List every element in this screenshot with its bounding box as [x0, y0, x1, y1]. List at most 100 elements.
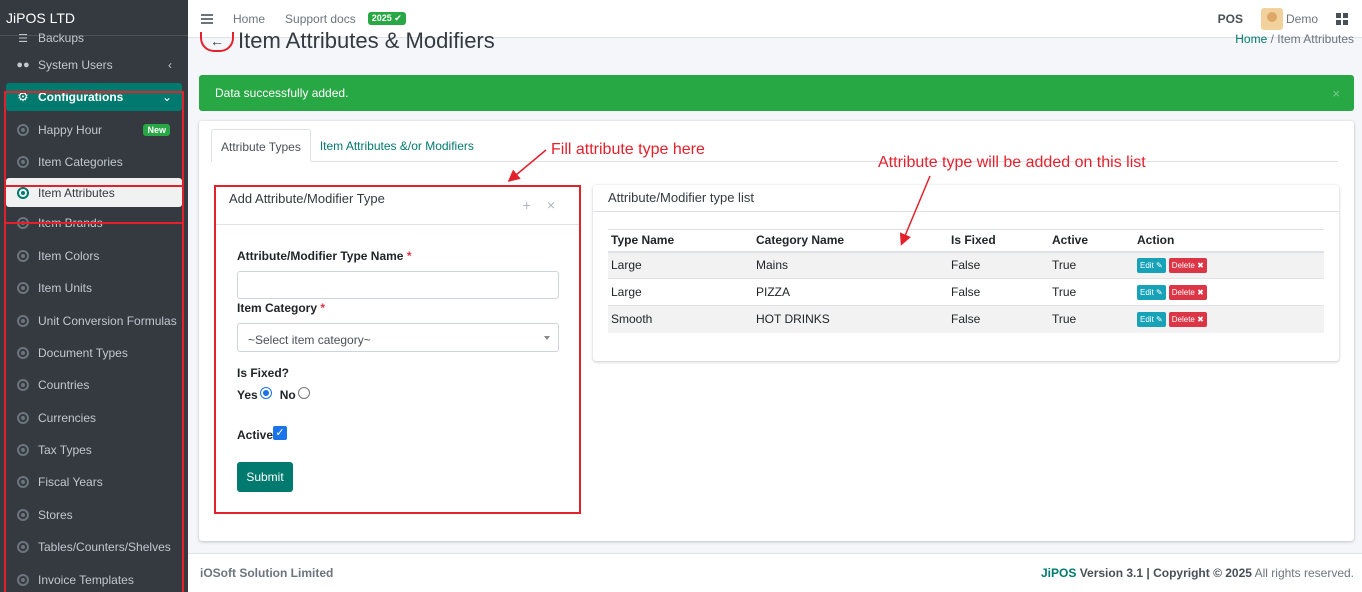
sidebar-item-label: Item Brands: [38, 216, 103, 231]
circle-icon: [17, 314, 29, 327]
circle-icon: [17, 444, 29, 457]
cell-is-fixed: False: [948, 278, 1049, 306]
submit-button[interactable]: Submit: [237, 462, 293, 492]
circle-icon: [17, 541, 29, 554]
item-category-select[interactable]: ~Select item category~: [237, 323, 559, 352]
cell-type-name: Large: [608, 278, 753, 306]
no-radio[interactable]: [297, 387, 310, 399]
footer-rights: All rights reserved.: [1254, 566, 1354, 580]
delete-label: Delete: [1171, 288, 1195, 297]
sidebar-item-happy-hour[interactable]: Happy Hour New: [0, 113, 188, 145]
sidebar-item-item-colors[interactable]: Item Colors: [0, 240, 188, 272]
sidebar-item-label: Invoice Templates: [38, 572, 134, 587]
table-row: Smooth HOT DRINKS False True Edit ✎ Delet…: [608, 305, 1324, 333]
sidebar-item-currencies[interactable]: Currencies: [0, 402, 188, 434]
chevron-left-icon: ‹: [168, 58, 172, 73]
sidebar-item-countries[interactable]: Countries: [0, 369, 188, 401]
sidebar-item-item-units[interactable]: Item Units: [0, 272, 188, 304]
circle-icon: [17, 155, 29, 168]
required-mark: *: [320, 301, 326, 315]
gear-icon: ⚙: [17, 89, 29, 105]
edit-button[interactable]: Edit ✎: [1137, 258, 1166, 274]
circle-icon: [17, 346, 29, 359]
active-checkbox[interactable]: ✓: [273, 426, 287, 440]
is-fixed-label: Is Fixed?: [237, 366, 290, 380]
circle-icon: [17, 508, 29, 521]
edit-label: Edit: [1140, 261, 1154, 271]
item-category-label-text: Item Category: [237, 301, 318, 315]
type-list-panel: Attribute/Modifier type list Type Name C…: [593, 185, 1339, 361]
cell-action: Edit ✎ Delete ✖: [1134, 278, 1324, 306]
close-icon[interactable]: ×: [547, 197, 555, 213]
edit-button[interactable]: Edit ✎: [1137, 285, 1166, 300]
circle-icon: [17, 186, 29, 199]
sidebar-item-backups[interactable]: ☰ Backups: [0, 27, 188, 49]
edit-label: Edit: [1140, 315, 1154, 325]
sidebar-item-label: Happy Hour: [38, 122, 103, 137]
delete-label: Delete: [1171, 261, 1195, 271]
sidebar-item-label: Stores: [38, 507, 73, 522]
panel-title: Add Attribute/Modifier Type: [229, 191, 385, 206]
pos-link[interactable]: POS: [1218, 12, 1243, 26]
sidebar-item-label: System Users: [38, 58, 113, 73]
circle-icon: [17, 282, 29, 295]
circle-icon: [17, 123, 29, 136]
type-list-table: Type Name Category Name Is Fixed Active …: [608, 229, 1324, 333]
sidebar-item-label: Item Attributes: [38, 185, 115, 200]
sidebar-item-tax-types[interactable]: Tax Types: [0, 434, 188, 466]
back-arrow-icon[interactable]: ←: [200, 32, 234, 52]
tab-bar: Attribute Types Item Attributes &/or Mod…: [211, 129, 1338, 162]
circle-icon: [17, 379, 29, 392]
users-icon: ●●: [16, 59, 30, 72]
sidebar-item-system-users[interactable]: ●● System Users ‹: [0, 49, 188, 81]
edit-label: Edit: [1140, 288, 1154, 297]
sidebar-item-label: Backups: [38, 31, 85, 45]
circle-icon: [17, 411, 29, 424]
circle-icon: [17, 217, 29, 230]
delete-button[interactable]: Delete ✖: [1168, 258, 1207, 274]
expand-icon[interactable]: +: [523, 197, 531, 213]
user-name[interactable]: Demo: [1286, 12, 1318, 26]
type-name-label-text: Attribute/Modifier Type Name: [237, 249, 404, 263]
sidebar-item-document-types[interactable]: Document Types: [0, 337, 188, 369]
sidebar-item-item-categories[interactable]: Item Categories: [0, 146, 188, 178]
delete-button[interactable]: Delete ✖: [1168, 312, 1207, 328]
tab-attribute-types[interactable]: Attribute Types: [211, 129, 311, 162]
tab-item-attributes[interactable]: Item Attributes &/or Modifiers: [311, 129, 483, 162]
breadcrumb: Home / Item Attributes: [1235, 32, 1354, 46]
sidebar-item-invoice-templates[interactable]: Invoice Templates: [0, 563, 188, 592]
chevron-down-icon: ⌄: [161, 90, 172, 105]
pencil-icon: ✎: [1156, 288, 1163, 297]
sidebar-item-tables-counters[interactable]: Tables/Counters/Shelves: [0, 531, 188, 563]
sidebar-item-label: Configurations: [38, 90, 124, 105]
delete-label: Delete: [1171, 315, 1195, 325]
yes-radio[interactable]: [259, 387, 272, 399]
close-icon[interactable]: ×: [1332, 86, 1340, 101]
breadcrumb-home[interactable]: Home: [1235, 32, 1267, 46]
sidebar-item-item-brands[interactable]: Item Brands: [0, 207, 188, 239]
circle-icon: [17, 249, 29, 262]
avatar[interactable]: [1260, 8, 1283, 30]
page-header: ← Item Attributes & Modifiers: [200, 18, 495, 58]
sidebar-item-item-attributes[interactable]: Item Attributes: [6, 178, 182, 208]
circle-icon: [17, 573, 29, 586]
no-label: No: [279, 388, 296, 402]
panel-tools: + ×: [523, 197, 555, 213]
delete-button[interactable]: Delete ✖: [1168, 285, 1207, 300]
sidebar-item-stores[interactable]: Stores: [0, 499, 188, 531]
sidebar-item-unit-conversion[interactable]: Unit Conversion Formulas: [0, 304, 188, 336]
sidebar-item-label: Countries: [38, 378, 90, 393]
sidebar-item-configurations[interactable]: ⚙ Configurations ⌄: [6, 83, 182, 112]
edit-button[interactable]: Edit ✎: [1137, 312, 1166, 328]
is-fixed-radio-group: Yes No: [237, 387, 318, 403]
sidebar-item-label: Item Units: [38, 281, 93, 296]
list-title: Attribute/Modifier type list: [593, 185, 1339, 212]
type-name-input[interactable]: [237, 271, 559, 299]
footer-product[interactable]: JiPOS: [1041, 566, 1076, 580]
circle-icon: [17, 476, 29, 489]
sidebar-item-fiscal-years[interactable]: Fiscal Years: [0, 466, 188, 498]
pencil-icon: ✎: [1156, 261, 1163, 271]
apps-grid-icon[interactable]: [1336, 13, 1348, 25]
col-action: Action: [1134, 229, 1324, 253]
new-badge: New: [143, 123, 170, 136]
